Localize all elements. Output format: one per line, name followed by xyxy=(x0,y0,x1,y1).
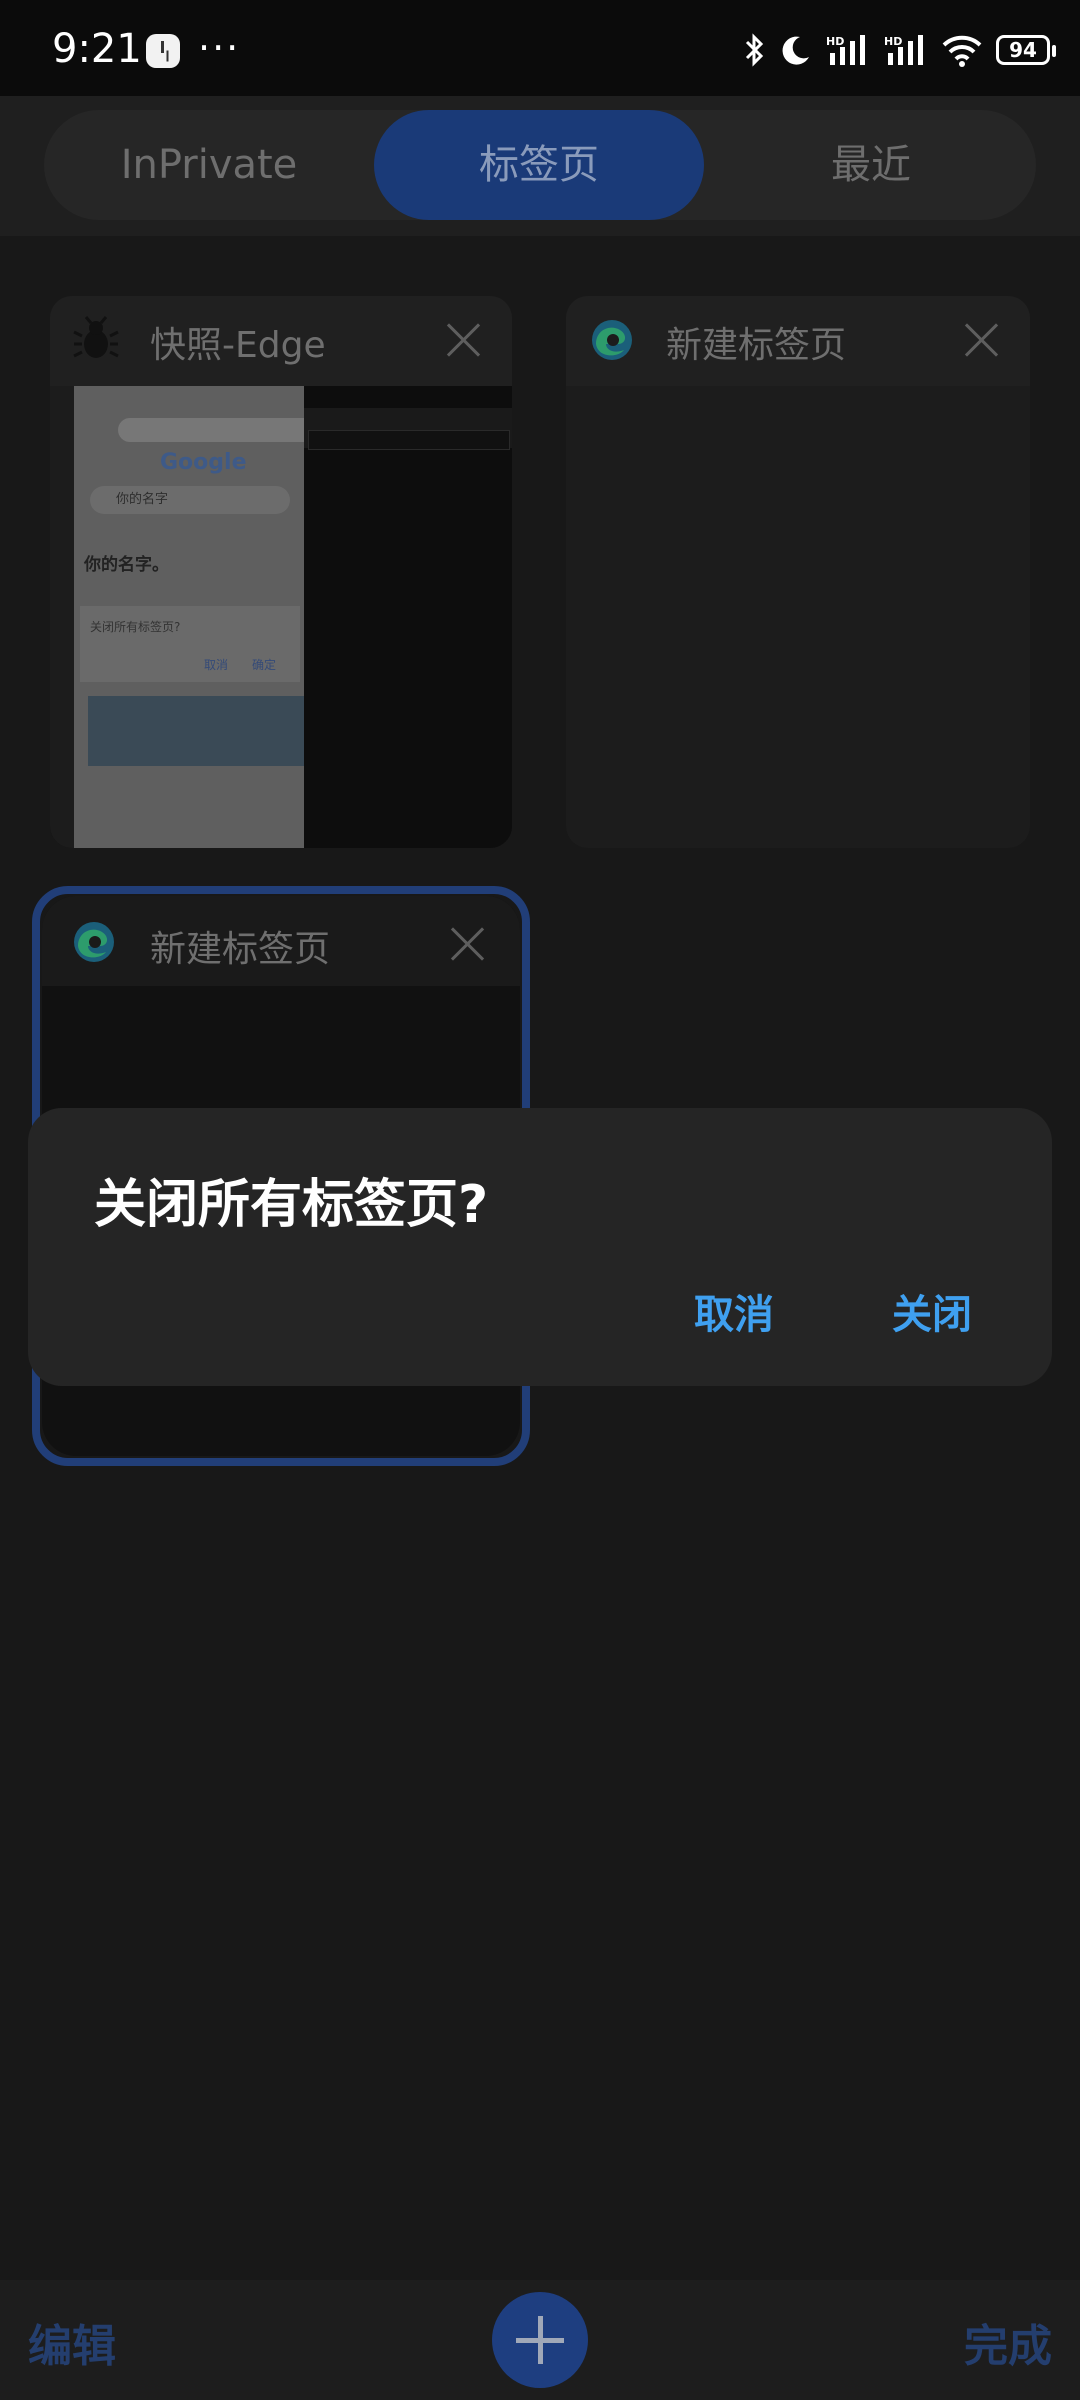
hd-signal-icon: HD xyxy=(826,35,865,65)
segment-recent[interactable]: 最近 xyxy=(706,110,1036,220)
preview-images xyxy=(88,696,304,766)
bug-icon xyxy=(73,316,119,358)
close-all-tabs-dialog: 关闭所有标签页? 取消 关闭 xyxy=(28,1108,1052,1386)
bottom-toolbar: 编辑 完成 xyxy=(0,2280,1080,2400)
preview-google-logo: Google xyxy=(160,450,247,475)
preview-dialog: 关闭所有标签页? 取消 确定 xyxy=(80,606,300,682)
preview-sidebar xyxy=(50,386,74,848)
preview-heading: 你的名字。 xyxy=(84,555,169,575)
preview-dialog-cancel: 取消 xyxy=(204,658,229,672)
new-tab-plus-icon[interactable] xyxy=(492,2292,588,2388)
status-icons: HD HD 94 xyxy=(744,30,1056,70)
tab-title: 快照-Edge xyxy=(150,325,326,366)
cancel-button[interactable]: 取消 xyxy=(694,1282,774,1340)
status-bar: 9:21 ··· HD HD 94 xyxy=(0,0,1080,96)
preview-console xyxy=(304,386,512,848)
wifi-icon xyxy=(942,35,982,67)
status-time: 9:21 xyxy=(52,26,142,72)
close-tab-icon[interactable] xyxy=(446,922,490,966)
battery-icon: 94 xyxy=(996,35,1056,65)
segment-tabs[interactable]: 标签页 xyxy=(374,110,704,220)
more-notifications-indicator: ··· xyxy=(198,26,241,70)
tab-type-header: InPrivate 标签页 最近 xyxy=(0,96,1080,236)
tab-card-header: 新建标签页 xyxy=(566,296,1030,386)
svg-text:HD: HD xyxy=(884,35,902,48)
hd-signal-icon: HD xyxy=(884,35,923,65)
tab-preview: Google 你的名字 你的名字。 关闭所有标签页? 取消 确定 xyxy=(50,386,512,848)
clock-app-icon xyxy=(146,34,180,68)
preview-dialog-ok: 确定 xyxy=(252,658,277,672)
tab-type-switcher: InPrivate 标签页 最近 xyxy=(44,110,1036,220)
tab-manager-screen: 9:21 ··· HD HD 94 InPrivate 标签页 最近 快照-Ed… xyxy=(0,0,1080,2400)
preview-search-box: 你的名字 xyxy=(90,486,290,514)
tab-card[interactable]: 快照-Edge Google 你的名字 你的名字。 关闭所有标签页? 取消 确定 xyxy=(50,296,512,848)
preview-dialog-text: 关闭所有标签页? xyxy=(90,620,181,634)
confirm-close-button[interactable]: 关闭 xyxy=(892,1282,972,1340)
tab-title: 新建标签页 xyxy=(150,929,331,970)
bluetooth-icon xyxy=(745,33,764,67)
edge-icon xyxy=(74,922,114,962)
segment-inprivate[interactable]: InPrivate xyxy=(44,110,374,220)
edit-button[interactable]: 编辑 xyxy=(28,2310,116,2374)
done-button[interactable]: 完成 xyxy=(964,2310,1052,2374)
edge-icon xyxy=(592,320,632,360)
battery-level: 94 xyxy=(1009,38,1037,62)
tab-card-header: 快照-Edge xyxy=(50,296,512,386)
svg-text:HD: HD xyxy=(826,35,844,48)
tab-card[interactable]: 新建标签页 xyxy=(566,296,1030,848)
tab-card-header: 新建标签页 xyxy=(42,896,520,986)
moon-icon xyxy=(782,36,809,65)
close-tab-icon[interactable] xyxy=(960,318,1004,362)
preview-url-bar xyxy=(118,418,318,442)
dialog-title: 关闭所有标签页? xyxy=(94,1175,489,1235)
close-tab-icon[interactable] xyxy=(442,318,486,362)
tab-title: 新建标签页 xyxy=(666,325,847,366)
